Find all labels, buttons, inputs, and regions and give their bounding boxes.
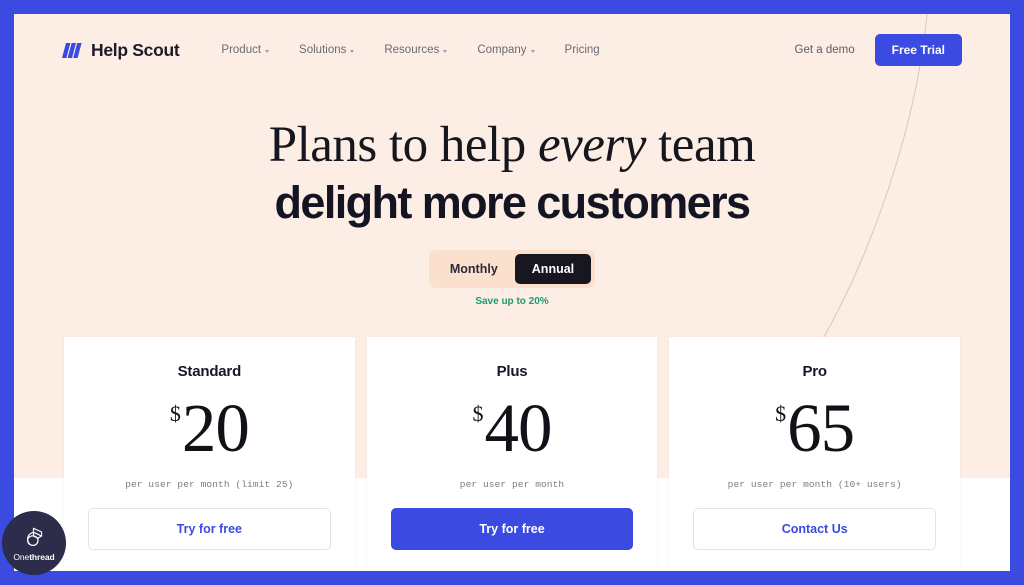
plan-amount: 65: [787, 390, 855, 466]
chevron-down-icon: [443, 49, 448, 53]
nav-item-solutions-label: Solutions: [299, 44, 347, 56]
plan-cta-button[interactable]: Try for free: [390, 508, 634, 550]
pricing-card-plus: Plus $ 40 per user per month Try for fre…: [366, 337, 658, 571]
plan-cta-button[interactable]: Try for free: [88, 508, 331, 550]
plan-cta-button[interactable]: Contact Us: [693, 508, 937, 550]
onethread-label-light: One: [13, 551, 30, 562]
plan-price: $ 20: [88, 394, 331, 463]
nav-item-company[interactable]: Company: [477, 44, 535, 56]
billing-toggle-section: Monthly Annual Save up to 20%: [14, 250, 1010, 307]
plan-currency: $: [169, 401, 181, 426]
chevron-down-icon: [265, 49, 270, 53]
save-note: Save up to 20%: [475, 296, 549, 307]
plan-price: $ 65: [693, 394, 936, 463]
nav-links: Product Solutions Resources Company Pric…: [221, 44, 599, 56]
brand-logo[interactable]: Help Scout: [62, 39, 180, 61]
plan-currency: $: [775, 401, 787, 426]
plan-name: Standard: [177, 363, 242, 380]
nav-item-pricing[interactable]: Pricing: [565, 44, 600, 56]
plan-name: Plus: [496, 363, 528, 380]
pricing-cards: Standard $ 20 per user per month (limit …: [64, 337, 961, 571]
plan-amount: 20: [181, 390, 250, 466]
plan-note: per user per month (10+ users): [727, 479, 902, 490]
onethread-isometric-logo-icon: [27, 527, 43, 546]
headline-emphasis: every: [537, 117, 646, 173]
billing-toggle[interactable]: Monthly Annual: [428, 250, 596, 288]
plan-currency: $: [472, 401, 484, 426]
browser-viewport: Help Scout Product Solutions Resources C…: [0, 0, 1024, 585]
toggle-option-annual[interactable]: Annual: [514, 254, 592, 284]
headline-line-1-before: Plans to help: [268, 117, 538, 173]
help-scout-slashes-icon: [62, 42, 82, 58]
chevron-down-icon: [530, 49, 535, 53]
headline-line-1: Plans to help every team: [14, 118, 1010, 172]
chevron-down-icon: [350, 49, 355, 53]
pricing-page: Help Scout Product Solutions Resources C…: [14, 14, 1010, 571]
nav-actions: Get a demo Free Trial: [795, 34, 962, 66]
brand-name: Help Scout: [91, 39, 180, 60]
pricing-card-standard: Standard $ 20 per user per month (limit …: [64, 337, 355, 571]
pricing-card-pro: Pro $ 65 per user per month (10+ users) …: [669, 337, 961, 571]
get-a-demo-link[interactable]: Get a demo: [795, 44, 855, 56]
onethread-watermark: Onethread: [2, 511, 66, 575]
headline-line-2: delight more customers: [274, 177, 752, 229]
nav-item-solutions[interactable]: Solutions: [299, 44, 355, 56]
plan-name: Pro: [802, 363, 827, 380]
toggle-option-monthly[interactable]: Monthly: [433, 254, 515, 284]
onethread-label: Onethread: [13, 552, 54, 562]
nav-item-product-label: Product: [221, 44, 262, 56]
nav-item-pricing-label: Pricing: [564, 44, 600, 56]
free-trial-button[interactable]: Free Trial: [874, 34, 962, 66]
plan-note: per user per month (limit 25): [125, 479, 294, 490]
hero-heading: Plans to help every team delight more cu…: [14, 118, 1010, 228]
plan-note: per user per month: [459, 479, 565, 490]
plan-amount: 40: [484, 390, 553, 466]
top-navigation: Help Scout Product Solutions Resources C…: [14, 14, 1010, 86]
headline-line-1-after: team: [645, 117, 756, 173]
nav-item-resources-label: Resources: [384, 44, 440, 56]
plan-price: $ 40: [391, 394, 634, 463]
nav-item-resources[interactable]: Resources: [384, 44, 448, 56]
nav-item-product[interactable]: Product: [221, 44, 270, 56]
nav-item-company-label: Company: [477, 44, 527, 56]
onethread-label-bold: thread: [29, 551, 55, 562]
